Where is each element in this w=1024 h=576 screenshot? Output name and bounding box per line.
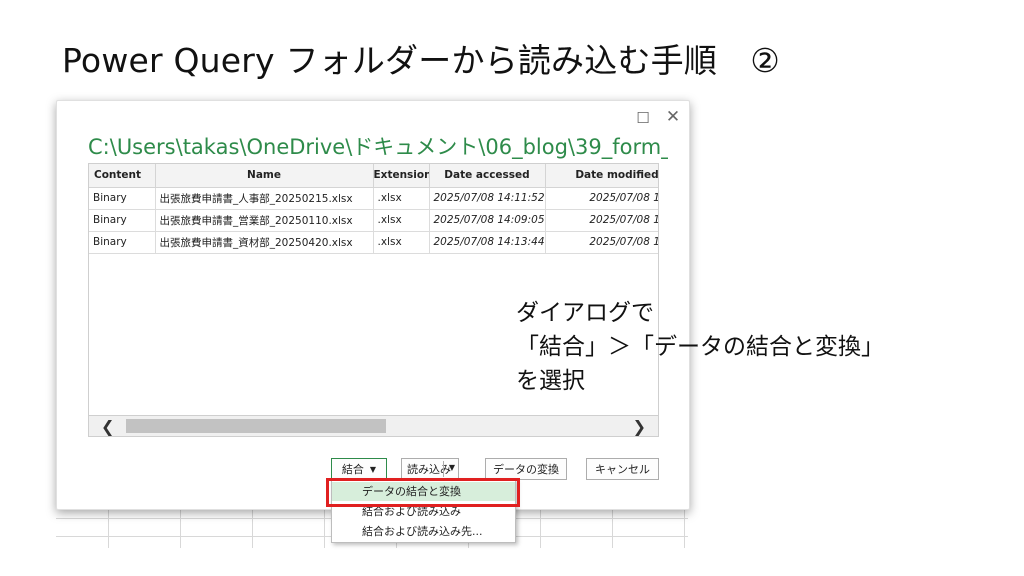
scrollbar-thumb[interactable]: [126, 419, 386, 433]
instruction-annotation: ダイアログで 「結合」＞「データの結合と変換」 を選択: [516, 296, 884, 398]
column-header-extension[interactable]: Extension: [373, 164, 430, 188]
menu-item-combine-and-load-to[interactable]: 結合および読み込み先...: [332, 522, 515, 541]
annotation-line: 「結合」＞「データの結合と変換」: [516, 334, 884, 360]
cell-name: 出張旅費申請書_人事部_20250215.xlsx: [155, 187, 374, 210]
column-header-date-accessed[interactable]: Date accessed: [429, 164, 546, 188]
combine-button-label: 結合: [341, 463, 364, 476]
table-row[interactable]: Binary 出張旅費申請書_資材部_20250420.xlsx .xlsx 2…: [89, 231, 658, 254]
cell-date-modified: 2025/07/08 14:11: [545, 187, 658, 210]
folder-path-title: C:\Users\takas\OneDrive\ドキュメント\06_blog\3…: [88, 135, 668, 159]
column-header-date-modified[interactable]: Date modified: [545, 164, 658, 188]
table-row[interactable]: Binary 出張旅費申請書_営業部_20250110.xlsx .xlsx 2…: [89, 209, 658, 232]
chevron-left-icon[interactable]: ❮: [101, 417, 114, 436]
cell-name: 出張旅費申請書_営業部_20250110.xlsx: [155, 209, 374, 232]
close-icon[interactable]: ✕: [663, 107, 683, 127]
cell-date-accessed: 2025/07/08 14:09:05: [429, 209, 546, 232]
cell-date-accessed: 2025/07/08 14:11:52: [429, 187, 546, 210]
file-table: Content Name Extension Date accessed Dat…: [89, 164, 658, 254]
cell-content: Binary: [89, 187, 156, 210]
chevron-down-icon: ▼: [369, 464, 377, 474]
cell-extension: .xlsx: [373, 187, 430, 210]
cell-date-accessed: 2025/07/08 14:13:44: [429, 231, 546, 254]
horizontal-scrollbar[interactable]: ❮ ❯: [88, 415, 659, 437]
column-header-content[interactable]: Content: [89, 164, 156, 188]
load-button-divider: [443, 461, 444, 477]
annotation-line: を選択: [516, 368, 585, 394]
cell-content: Binary: [89, 209, 156, 232]
transform-data-button[interactable]: データの変換: [485, 458, 567, 480]
slide-title: Power Query フォルダーから読み込む手順 ②: [62, 41, 781, 80]
load-button-label: 読み込み: [407, 463, 451, 476]
load-button[interactable]: 読み込み ▼: [401, 458, 459, 480]
maximize-icon[interactable]: ☐: [633, 109, 653, 127]
table-row[interactable]: Binary 出張旅費申請書_人事部_20250215.xlsx .xlsx 2…: [89, 187, 658, 210]
cell-date-modified: 2025/07/08 14:08: [545, 209, 658, 232]
cell-extension: .xlsx: [373, 231, 430, 254]
cell-date-modified: 2025/07/08 14:13: [545, 231, 658, 254]
cell-content: Binary: [89, 231, 156, 254]
cell-name: 出張旅費申請書_資材部_20250420.xlsx: [155, 231, 374, 254]
annotation-line: ダイアログで: [516, 300, 654, 326]
table-header-row: Content Name Extension Date accessed Dat…: [89, 164, 658, 188]
combine-button[interactable]: 結合 ▼: [331, 458, 387, 480]
chevron-down-icon[interactable]: ▼: [449, 463, 455, 472]
cell-extension: .xlsx: [373, 209, 430, 232]
highlight-box: [326, 478, 520, 507]
cancel-button[interactable]: キャンセル: [586, 458, 659, 480]
chevron-right-icon[interactable]: ❯: [633, 417, 646, 436]
column-header-name[interactable]: Name: [155, 164, 374, 188]
